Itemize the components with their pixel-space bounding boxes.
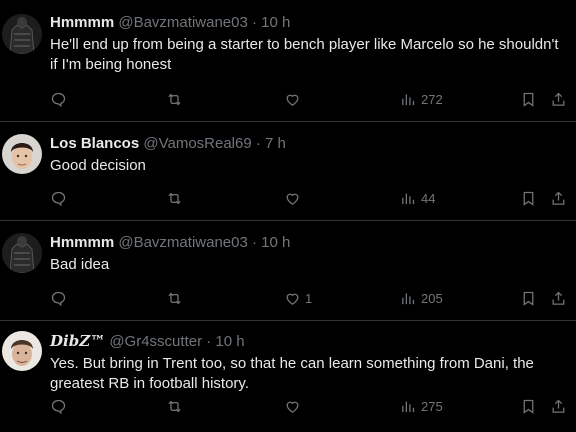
bookmark-button[interactable] [520,188,537,208]
views-button[interactable]: 205 [400,288,443,308]
retweet-icon [168,292,181,304]
bookmark-icon [523,291,534,306]
retweet-icon [168,400,181,412]
display-name[interactable]: Los Blancos [50,135,139,152]
user-handle[interactable]: @Bavzmatiwane03 [118,234,247,251]
reply-tweet[interactable]: Hmmmm @Bavzmatiwane03 · 10 h He'll end u… [0,0,576,122]
like-button[interactable]: 1 [284,288,312,308]
retweet-button[interactable] [166,288,183,308]
separator-dot: · [206,333,212,350]
retweet-icon [168,192,181,204]
display-name[interactable]: Hmmmm [50,14,114,31]
reply-button[interactable] [50,396,67,416]
jersey-avatar-icon[interactable] [2,14,42,54]
views-button[interactable]: 275 [400,396,443,416]
timestamp[interactable]: 7 h [265,135,286,152]
view-count: 205 [421,290,443,306]
like-count: 1 [305,290,313,306]
tweet-header: Hmmmm @Bavzmatiwane03 · 10 h [50,234,568,252]
reply-button[interactable] [50,288,67,308]
bookmark-button[interactable] [520,89,537,109]
bookmark-icon [523,191,534,206]
heart-icon [286,94,299,106]
display-name[interactable]: Hmmmm [50,234,114,251]
views-button[interactable]: 44 [400,188,435,208]
bookmark-icon [523,399,534,414]
bookmark-icon [523,92,534,107]
analytics-icon [402,401,415,412]
share-icon [552,291,565,305]
retweet-button[interactable] [166,396,183,416]
tweet-text: Good decision [50,157,146,174]
share-icon [552,191,565,205]
heart-icon [286,293,299,305]
separator-dot: · [252,14,257,31]
tweet-text: Bad idea [50,256,110,273]
action-bar: 272 [50,89,570,109]
heart-icon [286,401,299,413]
retweet-button[interactable] [166,188,183,208]
timestamp[interactable]: 10 h [261,234,290,251]
heart-icon [286,193,299,205]
reply-button[interactable] [50,89,67,109]
tweet-header: Los Blancos @VamosReal69 · 7 h [50,135,568,153]
reply-icon [51,92,66,107]
tweet-text: Yes. But bring in Trent too, so that he … [50,355,534,392]
face-avatar-icon[interactable] [2,331,42,371]
share-button[interactable] [550,89,567,109]
user-handle[interactable]: @VamosReal69 [143,135,251,152]
reply-tweet[interactable]: DibZ™ @Gr4sscutter · 10 h Yes. But bring… [0,321,576,432]
timestamp[interactable]: 10 h [261,14,290,31]
analytics-icon [402,94,415,105]
separator-dot: · [255,135,261,152]
view-count: 44 [421,190,436,206]
user-handle[interactable]: @Bavzmatiwane03 [118,14,247,31]
view-count: 272 [421,91,443,107]
jersey-avatar-icon[interactable] [2,233,42,273]
reply-button[interactable] [50,188,67,208]
face-avatar-icon[interactable] [2,134,42,174]
tweet-header: Hmmmm @Bavzmatiwane03 · 10 h [50,14,568,32]
display-name[interactable]: DibZ™ [50,332,105,350]
reply-icon [51,191,66,206]
view-count: 275 [421,398,443,414]
like-button[interactable] [284,188,305,208]
user-handle[interactable]: @Gr4sscutter [109,333,202,350]
action-bar: 275 [50,396,570,416]
share-button[interactable] [550,288,567,308]
timestamp[interactable]: 10 h [215,333,244,350]
retweet-button[interactable] [166,89,183,109]
share-button[interactable] [550,188,567,208]
like-button[interactable] [284,396,305,416]
reply-feed: Hmmmm @Bavzmatiwane03 · 10 h He'll end u… [0,0,576,432]
reply-icon [51,399,66,414]
reply-tweet[interactable]: Hmmmm @Bavzmatiwane03 · 10 h Bad idea 1 … [0,221,576,321]
retweet-icon [168,93,181,105]
bookmark-button[interactable] [520,288,537,308]
bookmark-button[interactable] [520,396,537,416]
tweet-text: He'll end up from being a starter to ben… [50,36,559,73]
views-button[interactable]: 272 [400,89,443,109]
share-icon [552,399,565,413]
reply-tweet[interactable]: Los Blancos @VamosReal69 · 7 h Good deci… [0,122,576,221]
share-button[interactable] [550,396,567,416]
like-button[interactable] [284,89,305,109]
action-bar: 44 [50,188,570,208]
analytics-icon [402,193,415,204]
analytics-icon [402,293,415,304]
action-bar: 1 205 [50,288,570,308]
share-icon [552,92,565,106]
reply-icon [51,291,66,306]
separator-dot: · [252,234,257,251]
tweet-header: DibZ™ @Gr4sscutter · 10 h [50,332,568,351]
